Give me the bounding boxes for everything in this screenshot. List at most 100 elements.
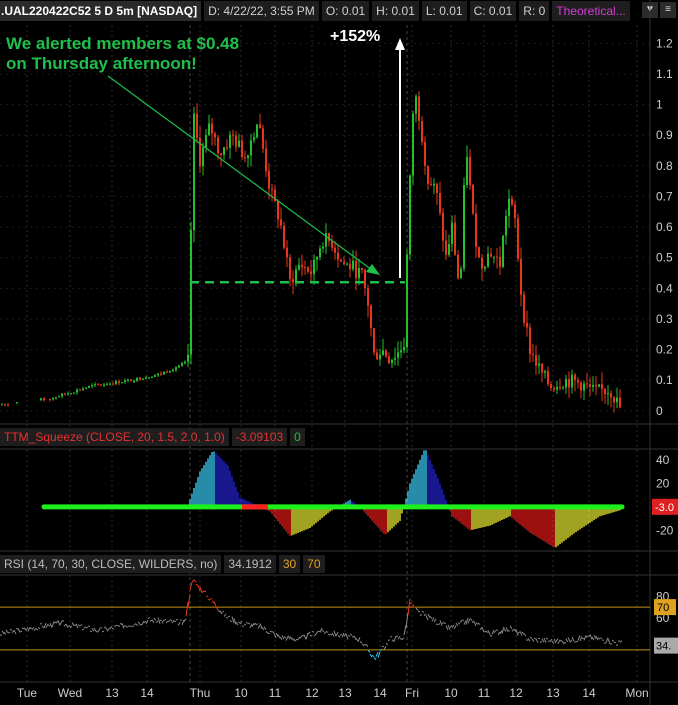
candle-body	[88, 385, 90, 388]
candle-body	[373, 328, 375, 353]
rsi-segment	[503, 628, 507, 632]
rsi-segment	[545, 637, 549, 640]
candle-body	[571, 374, 573, 388]
candle-body	[505, 215, 507, 236]
candle-body	[475, 213, 477, 247]
candle-body	[283, 225, 285, 248]
rsi-segment	[541, 638, 545, 643]
rsi-segment	[531, 638, 535, 642]
rsi-segment	[367, 650, 371, 653]
rsi-value: 34.1912	[224, 555, 276, 573]
rsi-segment	[17, 628, 21, 633]
rsi-segment	[557, 639, 561, 644]
candle-body	[520, 258, 522, 295]
rsi-segment	[313, 633, 317, 637]
candle-body	[400, 350, 402, 353]
candle-body	[70, 393, 72, 395]
candle-body	[133, 380, 135, 382]
rsi-segment	[209, 598, 213, 600]
rsi-segment	[25, 627, 29, 631]
price-tick-label: 0.2	[656, 343, 673, 357]
rsi-segment	[109, 626, 113, 629]
rsi-segment	[529, 636, 533, 639]
candle-body	[529, 327, 531, 355]
candle-body	[115, 381, 117, 385]
gain-label: +152%	[330, 28, 381, 45]
rsi-segment	[593, 634, 597, 640]
ttm-value: -3.09103	[231, 428, 288, 446]
price-tick-label: 1.1	[656, 67, 673, 81]
rsi-segment	[153, 617, 157, 622]
candle-body	[406, 254, 408, 348]
candle-body	[184, 361, 186, 364]
candle-body	[235, 135, 237, 147]
price-tick-label: 0.1	[656, 373, 673, 387]
rsi-segment	[419, 614, 423, 616]
rsi-segment	[589, 634, 593, 640]
candle-body	[268, 170, 270, 189]
rsi-title[interactable]: RSI (14, 70, 30, CLOSE, WILDERS, no)	[0, 555, 222, 573]
rsi-segment	[519, 630, 523, 636]
candle-body	[502, 235, 504, 267]
rsi-segment	[539, 640, 543, 644]
rsi-segment	[35, 628, 39, 631]
axis-labels: Tue Wed 13 14 Thu 10 11 12 13 14 Fri 10 11 12 13 14 Mon1…	[17, 36, 678, 700]
rsi-segment	[37, 626, 41, 630]
rsi-segment	[397, 635, 401, 640]
rsi-segment	[469, 618, 473, 621]
rsi-segment	[1, 630, 5, 635]
rsi-segment	[475, 622, 479, 625]
rsi-segment	[293, 638, 297, 642]
candle-body	[436, 183, 438, 194]
rsi-segment	[355, 638, 359, 642]
rsi-segment	[105, 627, 109, 632]
rsi-segment	[137, 621, 141, 625]
candle-body	[124, 380, 126, 383]
candle-body	[598, 384, 600, 387]
candle-body	[295, 269, 297, 283]
rsi-segment	[281, 635, 285, 640]
candle-body	[94, 384, 96, 386]
rsi-segment	[583, 635, 587, 641]
alert-line-1: We alerted members at $0.48	[6, 34, 240, 53]
price-tick-label: 0.3	[656, 312, 673, 326]
rsi-segment	[107, 627, 111, 631]
rsi-segment	[247, 622, 251, 625]
rsi-segment	[177, 621, 181, 626]
rsi-segment	[587, 634, 591, 637]
time-tick-label: Fri	[405, 686, 419, 700]
candle-body	[163, 371, 165, 375]
rsi-segment	[547, 640, 551, 643]
candle-body	[544, 371, 546, 373]
candle-body	[427, 165, 429, 184]
rsi-segment	[263, 626, 267, 630]
candle-body	[238, 140, 240, 147]
rsi-segment	[453, 625, 457, 630]
rsi-segment	[91, 628, 95, 632]
ttm-title[interactable]: TTM_Squeeze (CLOSE, 20, 1.5, 2.0, 1.0)	[0, 428, 229, 446]
rsi-segment	[579, 636, 583, 642]
candle-body	[382, 350, 384, 355]
rsi-segment	[509, 625, 513, 630]
rsi-segment	[619, 640, 623, 643]
rsi-segment	[325, 630, 329, 633]
rsi-segment	[19, 630, 23, 633]
candle-body	[187, 354, 189, 362]
rsi-segment	[577, 635, 581, 641]
rsi-segment	[571, 636, 575, 642]
candle-body	[568, 379, 570, 388]
rsi-segment	[501, 626, 505, 634]
candle-body	[127, 379, 129, 381]
candle-body	[493, 256, 495, 258]
price-tick-label: 0.5	[656, 251, 673, 265]
rsi-segment	[357, 637, 361, 642]
rsi-segment	[421, 611, 425, 613]
price-chart[interactable]: Tue Wed 13 14 Thu 10 11 12 13 14 Fri 10 11 12 13 14 Mon1…	[0, 0, 678, 705]
candle-body	[280, 219, 282, 226]
rsi-segment	[237, 621, 241, 624]
rsi-segment	[243, 623, 247, 626]
candle-body	[619, 397, 621, 408]
candle-body	[100, 384, 102, 386]
candle-body	[169, 371, 171, 373]
candle-body	[310, 271, 312, 275]
